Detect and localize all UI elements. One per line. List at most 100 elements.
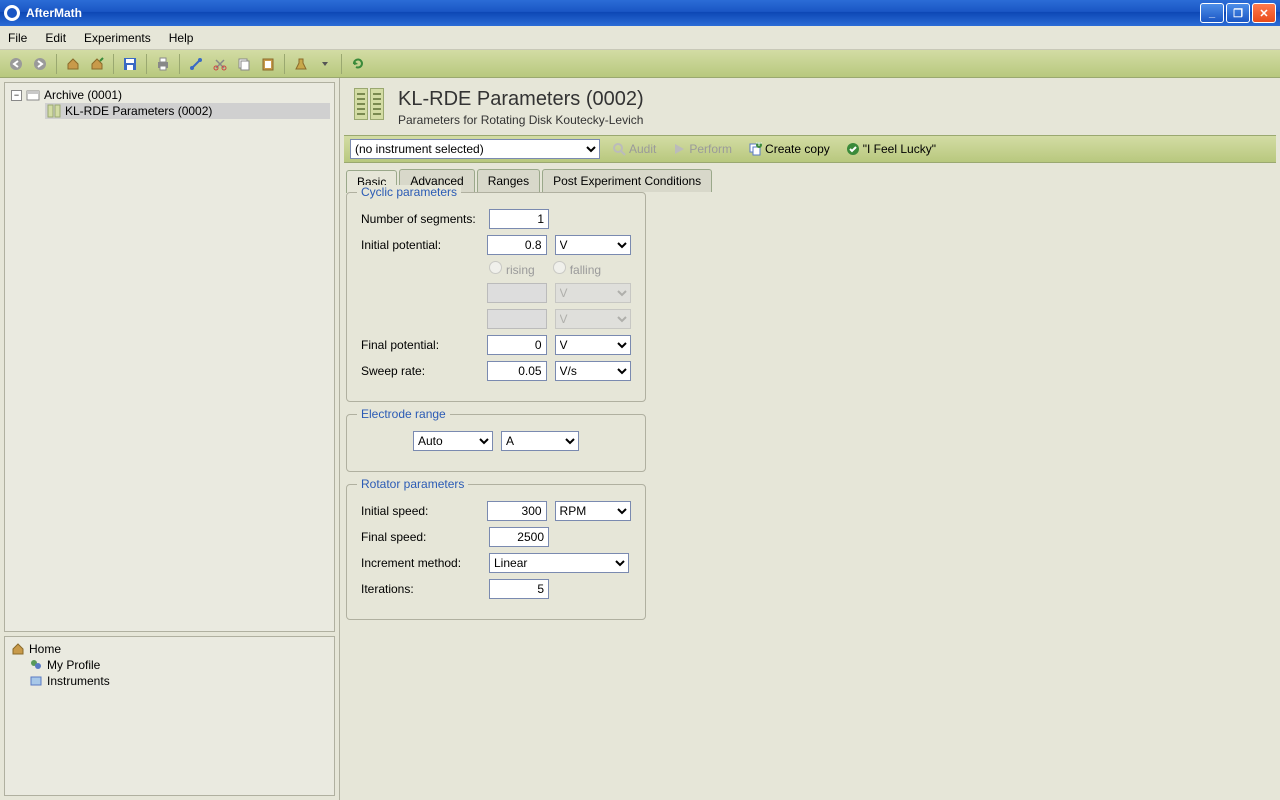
audit-label: Audit xyxy=(629,142,656,156)
link-icon[interactable] xyxy=(186,54,206,74)
electrode-unit-select[interactable]: A xyxy=(501,431,579,451)
sidebar: − Archive (0001) KL-RDE Parameters (0002… xyxy=(0,78,340,800)
main-content: KL-RDE Parameters (0002) Parameters for … xyxy=(340,78,1280,800)
tab-post-experiment[interactable]: Post Experiment Conditions xyxy=(542,169,712,192)
home-tree-icon xyxy=(11,642,25,656)
initial-speed-input[interactable] xyxy=(487,501,547,521)
print-icon[interactable] xyxy=(153,54,173,74)
page-subtitle: Parameters for Rotating Disk Koutecky-Le… xyxy=(398,113,644,127)
instruments-icon xyxy=(29,674,43,688)
collapse-icon[interactable]: − xyxy=(11,90,22,101)
tree-root-label: Archive (0001) xyxy=(44,88,122,102)
page-title: KL-RDE Parameters (0002) xyxy=(398,88,644,111)
increment-method-select[interactable]: Linear xyxy=(489,553,629,573)
window-titlebar: AfterMath _ ❐ ✕ xyxy=(0,0,1280,26)
direction-radio-group: rising falling xyxy=(489,261,631,277)
maximize-button[interactable]: ❐ xyxy=(1226,3,1250,23)
perform-label: Perform xyxy=(689,142,732,156)
home-tree[interactable]: Home My Profile Instruments xyxy=(4,636,335,796)
group-rotator: Rotator parameters Initial speed: RPM Fi… xyxy=(346,484,646,620)
menu-file[interactable]: File xyxy=(8,31,27,45)
menu-experiments[interactable]: Experiments xyxy=(84,31,151,45)
lucky-icon xyxy=(846,142,860,156)
menu-bar: File Edit Experiments Help xyxy=(0,26,1280,50)
perform-icon xyxy=(672,142,686,156)
lower-potential-unit: V xyxy=(555,309,631,329)
rising-radio-input xyxy=(489,261,502,274)
lower-potential-label xyxy=(361,312,479,326)
final-speed-input[interactable] xyxy=(489,527,549,547)
group-electrode: Electrode range Auto A xyxy=(346,414,646,472)
save-icon[interactable] xyxy=(120,54,140,74)
close-button[interactable]: ✕ xyxy=(1252,3,1276,23)
profile-icon xyxy=(29,658,43,672)
forward-icon[interactable] xyxy=(30,54,50,74)
tree-instruments[interactable]: Instruments xyxy=(27,673,330,689)
initial-potential-unit[interactable]: V xyxy=(555,235,631,255)
upper-potential-input xyxy=(487,283,547,303)
refresh-icon[interactable] xyxy=(348,54,368,74)
svg-text:+: + xyxy=(756,142,763,150)
params-icon xyxy=(47,104,61,118)
tree-item-label: KL-RDE Parameters (0002) xyxy=(65,104,212,118)
archive-icon xyxy=(26,88,40,102)
home-up-icon[interactable] xyxy=(87,54,107,74)
page-header-icon xyxy=(354,88,386,120)
minimize-button[interactable]: _ xyxy=(1200,3,1224,23)
final-speed-label: Final speed: xyxy=(361,530,481,544)
app-icon xyxy=(4,5,20,21)
tab-row: Basic Advanced Ranges Post Experiment Co… xyxy=(340,163,1280,192)
audit-button: Audit xyxy=(608,140,660,158)
sweep-rate-label: Sweep rate: xyxy=(361,364,479,378)
legend-electrode: Electrode range xyxy=(357,407,450,421)
copy-action-icon: + xyxy=(748,142,762,156)
page-header: KL-RDE Parameters (0002) Parameters for … xyxy=(340,78,1280,135)
legend-cyclic: Cyclic parameters xyxy=(357,185,461,199)
final-potential-label: Final potential: xyxy=(361,338,479,352)
home-icon[interactable] xyxy=(63,54,83,74)
electrode-mode-select[interactable]: Auto xyxy=(413,431,493,451)
main-toolbar xyxy=(0,50,1280,78)
upper-potential-label xyxy=(361,286,479,300)
window-title: AfterMath xyxy=(26,6,82,20)
iterations-label: Iterations: xyxy=(361,582,481,596)
feel-lucky-button[interactable]: "I Feel Lucky" xyxy=(842,140,940,158)
rising-radio: rising xyxy=(489,261,535,277)
tree-root-archive[interactable]: − Archive (0001) xyxy=(9,87,330,103)
tree-home[interactable]: Home xyxy=(9,641,330,657)
initial-potential-input[interactable] xyxy=(487,235,547,255)
falling-radio: falling xyxy=(553,261,601,277)
create-copy-label: Create copy xyxy=(765,142,830,156)
tab-content-basic: Cyclic parameters Number of segments: In… xyxy=(346,192,656,632)
tree-home-label: Home xyxy=(29,642,61,656)
sweep-rate-unit[interactable]: V/s xyxy=(555,361,631,381)
back-icon[interactable] xyxy=(6,54,26,74)
segments-input[interactable] xyxy=(489,209,549,229)
tab-ranges[interactable]: Ranges xyxy=(477,169,540,192)
perform-button: Perform xyxy=(668,140,736,158)
create-copy-button[interactable]: + Create copy xyxy=(744,140,834,158)
dropdown-arrow-icon[interactable] xyxy=(315,54,335,74)
initial-speed-label: Initial speed: xyxy=(361,504,479,518)
tree-instruments-label: Instruments xyxy=(47,674,110,688)
sweep-rate-input[interactable] xyxy=(487,361,547,381)
initial-speed-unit[interactable]: RPM xyxy=(555,501,631,521)
menu-edit[interactable]: Edit xyxy=(45,31,66,45)
tree-profile[interactable]: My Profile xyxy=(27,657,330,673)
tree-item-klrde[interactable]: KL-RDE Parameters (0002) xyxy=(45,103,330,119)
final-potential-input[interactable] xyxy=(487,335,547,355)
final-potential-unit[interactable]: V xyxy=(555,335,631,355)
iterations-input[interactable] xyxy=(489,579,549,599)
paste-icon[interactable] xyxy=(258,54,278,74)
increment-method-label: Increment method: xyxy=(361,556,481,570)
menu-help[interactable]: Help xyxy=(169,31,194,45)
falling-radio-input xyxy=(553,261,566,274)
cut-icon[interactable] xyxy=(210,54,230,74)
copy-icon[interactable] xyxy=(234,54,254,74)
tree-profile-label: My Profile xyxy=(47,658,100,672)
experiment-icon[interactable] xyxy=(291,54,311,74)
group-cyclic: Cyclic parameters Number of segments: In… xyxy=(346,192,646,402)
upper-potential-unit: V xyxy=(555,283,631,303)
archive-tree[interactable]: − Archive (0001) KL-RDE Parameters (0002… xyxy=(4,82,335,632)
instrument-select[interactable]: (no instrument selected) xyxy=(350,139,600,159)
